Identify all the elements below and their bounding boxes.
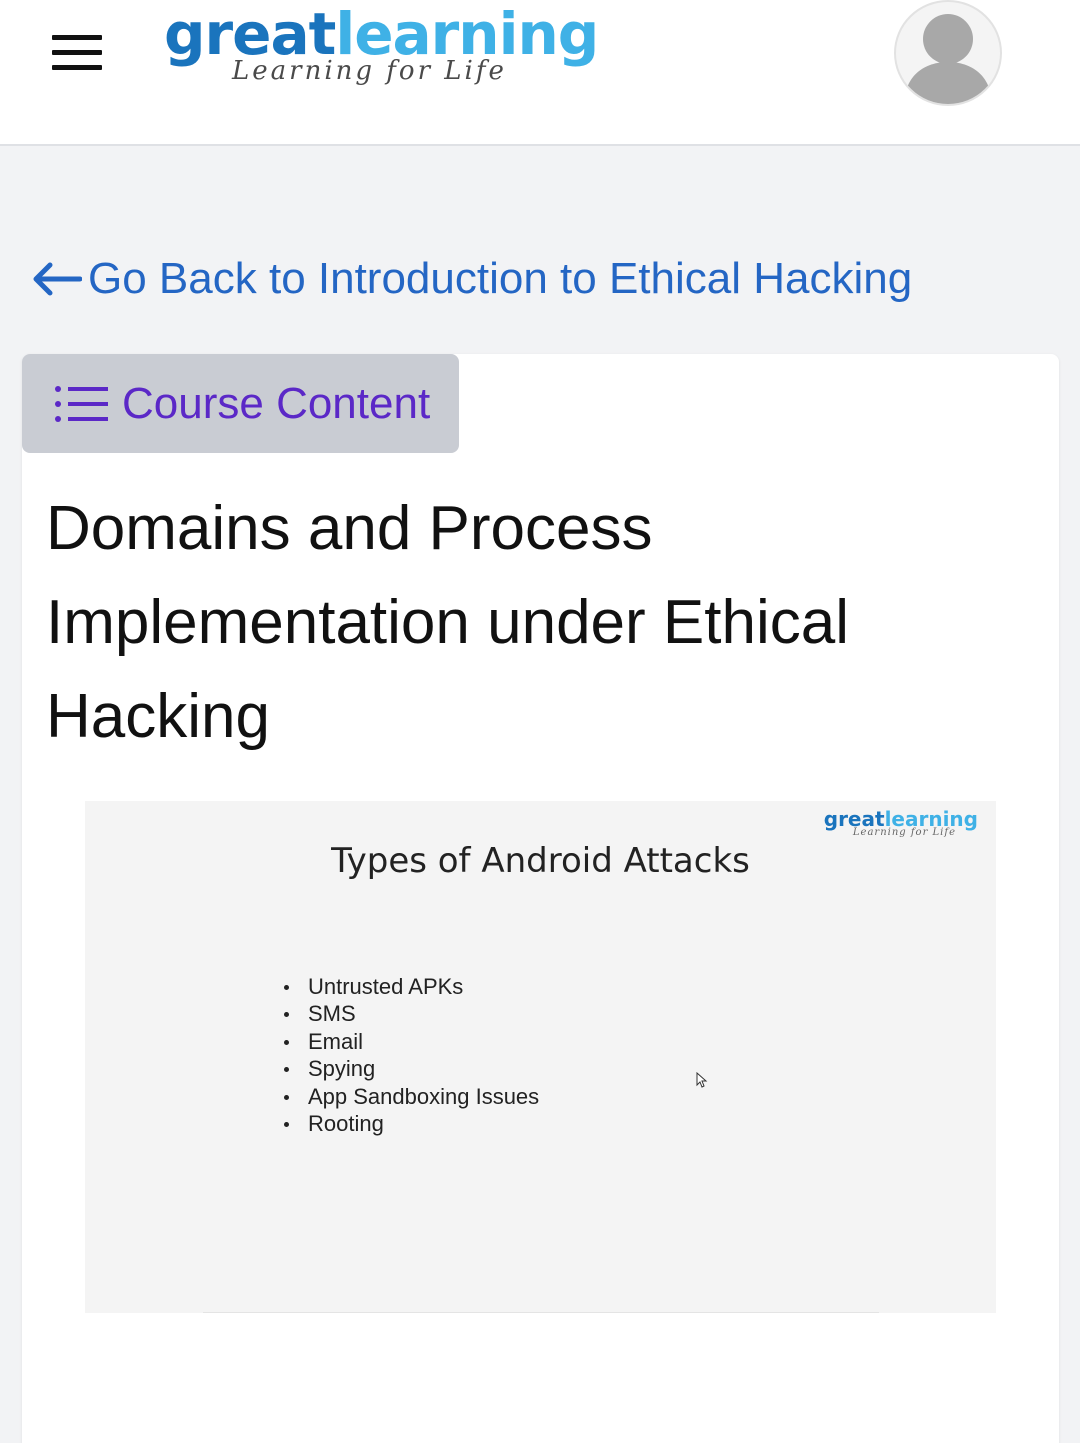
slide-bullet-item: Untrusted APKs xyxy=(283,973,539,1000)
slide-bullet-item: Spying xyxy=(283,1055,539,1082)
back-link-label: Go Back to Introduction to Ethical Hacki… xyxy=(88,254,913,303)
lesson-video-slide[interactable]: greatlearning Learning for Life Types of… xyxy=(85,801,996,1313)
course-content-label: Course Content xyxy=(122,378,431,428)
arrow-left-icon xyxy=(33,262,82,296)
list-icon xyxy=(55,385,108,422)
slide-bullet-list: Untrusted APKs SMS Email Spying App Sand… xyxy=(283,973,540,1137)
slide-bullet-item: SMS xyxy=(283,1000,539,1027)
slide-bullet-item: App Sandboxing Issues xyxy=(283,1083,540,1109)
hamburger-menu-icon[interactable] xyxy=(52,35,102,71)
course-content-button[interactable]: Course Content xyxy=(22,354,459,453)
slide-title: Types of Android Attacks xyxy=(331,841,750,881)
slide-bullet-item: Rooting xyxy=(283,1110,539,1137)
slide-divider xyxy=(203,1312,879,1313)
page: greatlearning Learning for Life Go Back … xyxy=(0,0,1080,1443)
app-header: greatlearning Learning for Life xyxy=(0,0,1080,146)
slide-bullet-item: Email xyxy=(283,1028,539,1055)
lesson-card: Domains and Process Implementation under… xyxy=(22,354,1059,1443)
user-avatar-icon[interactable] xyxy=(894,0,1002,106)
logo-tagline: Learning for Life xyxy=(232,56,507,86)
mouse-cursor-icon xyxy=(696,1072,708,1088)
lesson-title: Domains and Process Implementation under… xyxy=(46,494,850,751)
avatar-silhouette xyxy=(904,14,992,104)
greatlearning-logo[interactable]: greatlearning Learning for Life xyxy=(164,2,599,86)
slide-logo: greatlearning Learning for Life xyxy=(824,807,978,838)
back-to-course-link[interactable]: Go Back to Introduction to Ethical Hacki… xyxy=(30,252,912,306)
